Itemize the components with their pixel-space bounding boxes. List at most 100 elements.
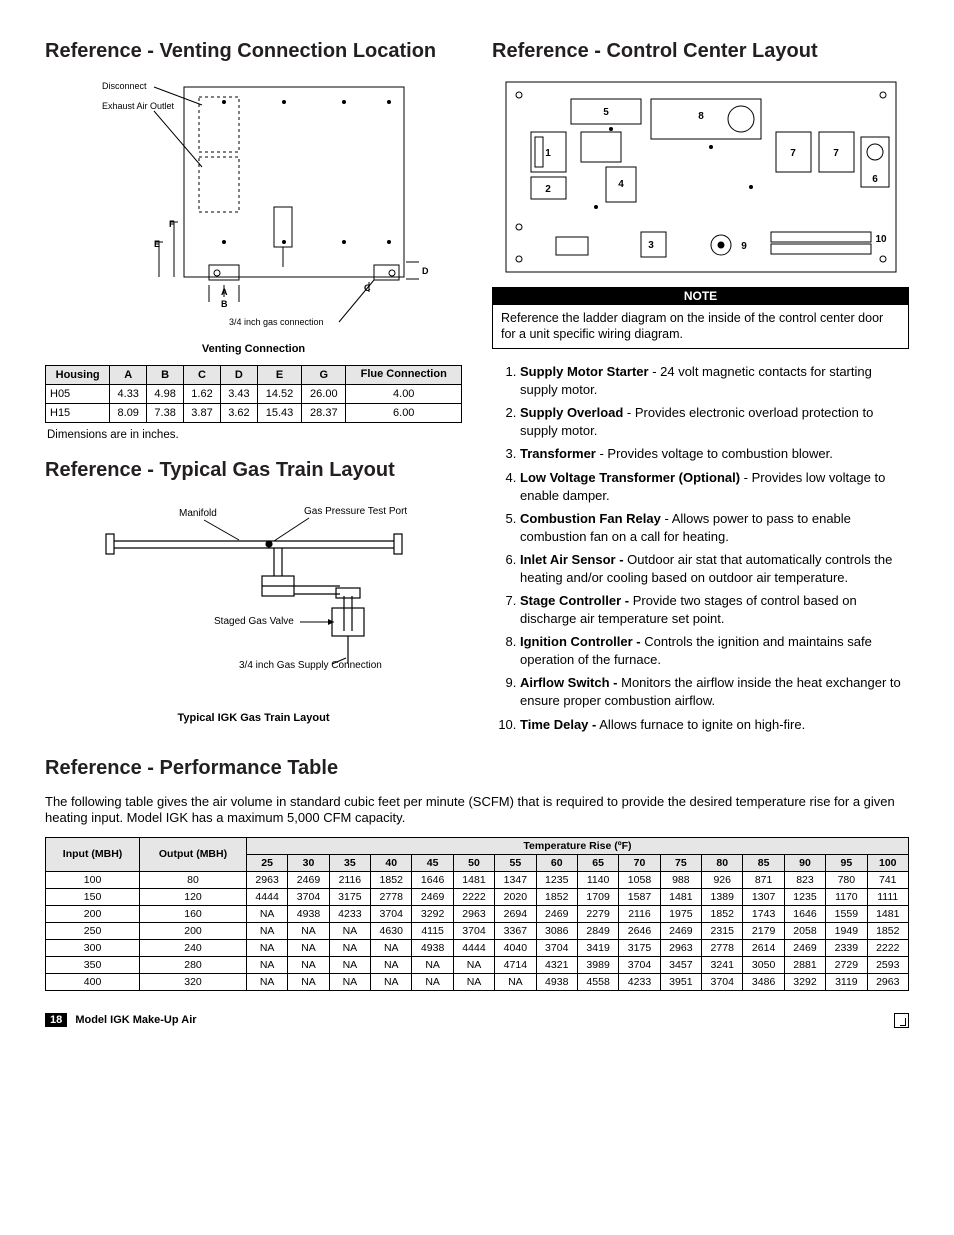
table-cell: 300 [46,939,140,956]
table-cell: 3704 [702,973,743,990]
svg-text:10: 10 [875,234,887,245]
svg-text:B: B [221,299,228,309]
table-cell: 3.87 [184,404,221,423]
svg-text:Manifold: Manifold [179,508,217,519]
table-cell: 1646 [784,905,825,922]
svg-text:7: 7 [833,148,839,159]
svg-text:9: 9 [741,241,747,252]
table-cell: 4040 [495,939,536,956]
table-cell: 240 [140,939,247,956]
table-cell: 3.62 [220,404,257,423]
table-cell: 2279 [577,905,618,922]
table-cell: 3704 [453,922,494,939]
svg-text:F: F [169,219,175,229]
table-cell: 2469 [784,939,825,956]
table-cell: 200 [140,922,247,939]
table-cell: 1852 [536,888,577,905]
table-cell: 741 [867,871,908,888]
table-cell: 1481 [660,888,701,905]
table-cell: 28.37 [302,404,346,423]
table-cell: NA [453,956,494,973]
table-cell: 3989 [577,956,618,973]
table-cell: 2469 [536,905,577,922]
table-cell: 4938 [536,973,577,990]
table-cell: NA [246,922,287,939]
performance-table: Input (MBH) Output (MBH) Temperature Ris… [45,837,909,991]
list-item: Stage Controller - Provide two stages of… [520,592,909,627]
table-cell: 3457 [660,956,701,973]
heading-performance: Reference - Performance Table [45,757,909,780]
table-cell: 1481 [867,905,908,922]
table-cell: 2963 [453,905,494,922]
table-cell: 2963 [867,973,908,990]
list-item: Combustion Fan Relay - Allows power to p… [520,510,909,545]
table-cell: 1307 [743,888,784,905]
page-number: 18 [45,1013,67,1027]
table-cell: 1646 [412,871,453,888]
table-cell: 4938 [412,939,453,956]
svg-text:Exhaust Air Outlet: Exhaust Air Outlet [102,101,175,111]
svg-text:D: D [422,266,429,276]
svg-text:2: 2 [545,184,551,195]
table-cell: 1587 [619,888,660,905]
svg-text:8: 8 [698,111,704,122]
svg-text:Staged Gas Valve: Staged Gas Valve [214,616,294,627]
table-cell: 3175 [329,888,370,905]
perf-intro: The following table gives the air volume… [45,794,909,827]
component-list: Supply Motor Starter - 24 volt magnetic … [492,363,909,733]
table-cell: 4115 [412,922,453,939]
table-cell: 1235 [536,871,577,888]
list-item: Transformer - Provides voltage to combus… [520,445,909,463]
table-cell: 4938 [288,905,329,922]
list-item: Supply Motor Starter - 24 volt magnetic … [520,363,909,398]
table-cell: 2116 [329,871,370,888]
table-cell: NA [453,973,494,990]
table-cell: 1743 [743,905,784,922]
table-cell: 2593 [867,956,908,973]
svg-text:3/4 inch Gas Supply Connection: 3/4 inch Gas Supply Connection [239,660,382,671]
table-cell: NA [246,939,287,956]
table-cell: 1058 [619,871,660,888]
table-cell: NA [246,973,287,990]
table-cell: 3704 [619,956,660,973]
table-cell: 100 [46,871,140,888]
table-cell: NA [412,956,453,973]
svg-text:5: 5 [603,107,609,118]
table-cell: 2222 [867,939,908,956]
table-cell: 2469 [288,871,329,888]
table-cell: 2614 [743,939,784,956]
list-item: Airflow Switch - Monitors the airflow in… [520,674,909,709]
table-cell: 1140 [577,871,618,888]
table-cell: 2963 [660,939,701,956]
table-cell: 1481 [453,871,494,888]
table-cell: 3292 [412,905,453,922]
table-cell: 320 [140,973,247,990]
svg-text:3: 3 [648,240,654,251]
table-cell: 2315 [702,922,743,939]
table-cell: NA [412,973,453,990]
table-cell: 2116 [619,905,660,922]
table-cell: 4444 [246,888,287,905]
table-cell: 1852 [702,905,743,922]
table-cell: NA [329,939,370,956]
table-cell: 8.09 [110,404,147,423]
table-cell: 1559 [826,905,867,922]
table-cell: 2963 [246,871,287,888]
table-cell: NA [371,973,412,990]
table-cell: 2849 [577,922,618,939]
table-cell: 1852 [371,871,412,888]
table-cell: 3.43 [220,385,257,404]
heading-venting: Reference - Venting Connection Location [45,40,462,63]
caption-venting: Venting Connection [45,343,462,355]
table-cell: NA [288,973,329,990]
table-cell: 350 [46,956,140,973]
heading-control: Reference - Control Center Layout [492,40,909,63]
table-cell: 3175 [619,939,660,956]
list-item: Ignition Controller - Controls the ignit… [520,633,909,668]
table-cell: NA [495,973,536,990]
table-cell: 2020 [495,888,536,905]
table-cell: 150 [46,888,140,905]
table-cell: 120 [140,888,247,905]
table-cell: 3486 [743,973,784,990]
table-cell: 2646 [619,922,660,939]
